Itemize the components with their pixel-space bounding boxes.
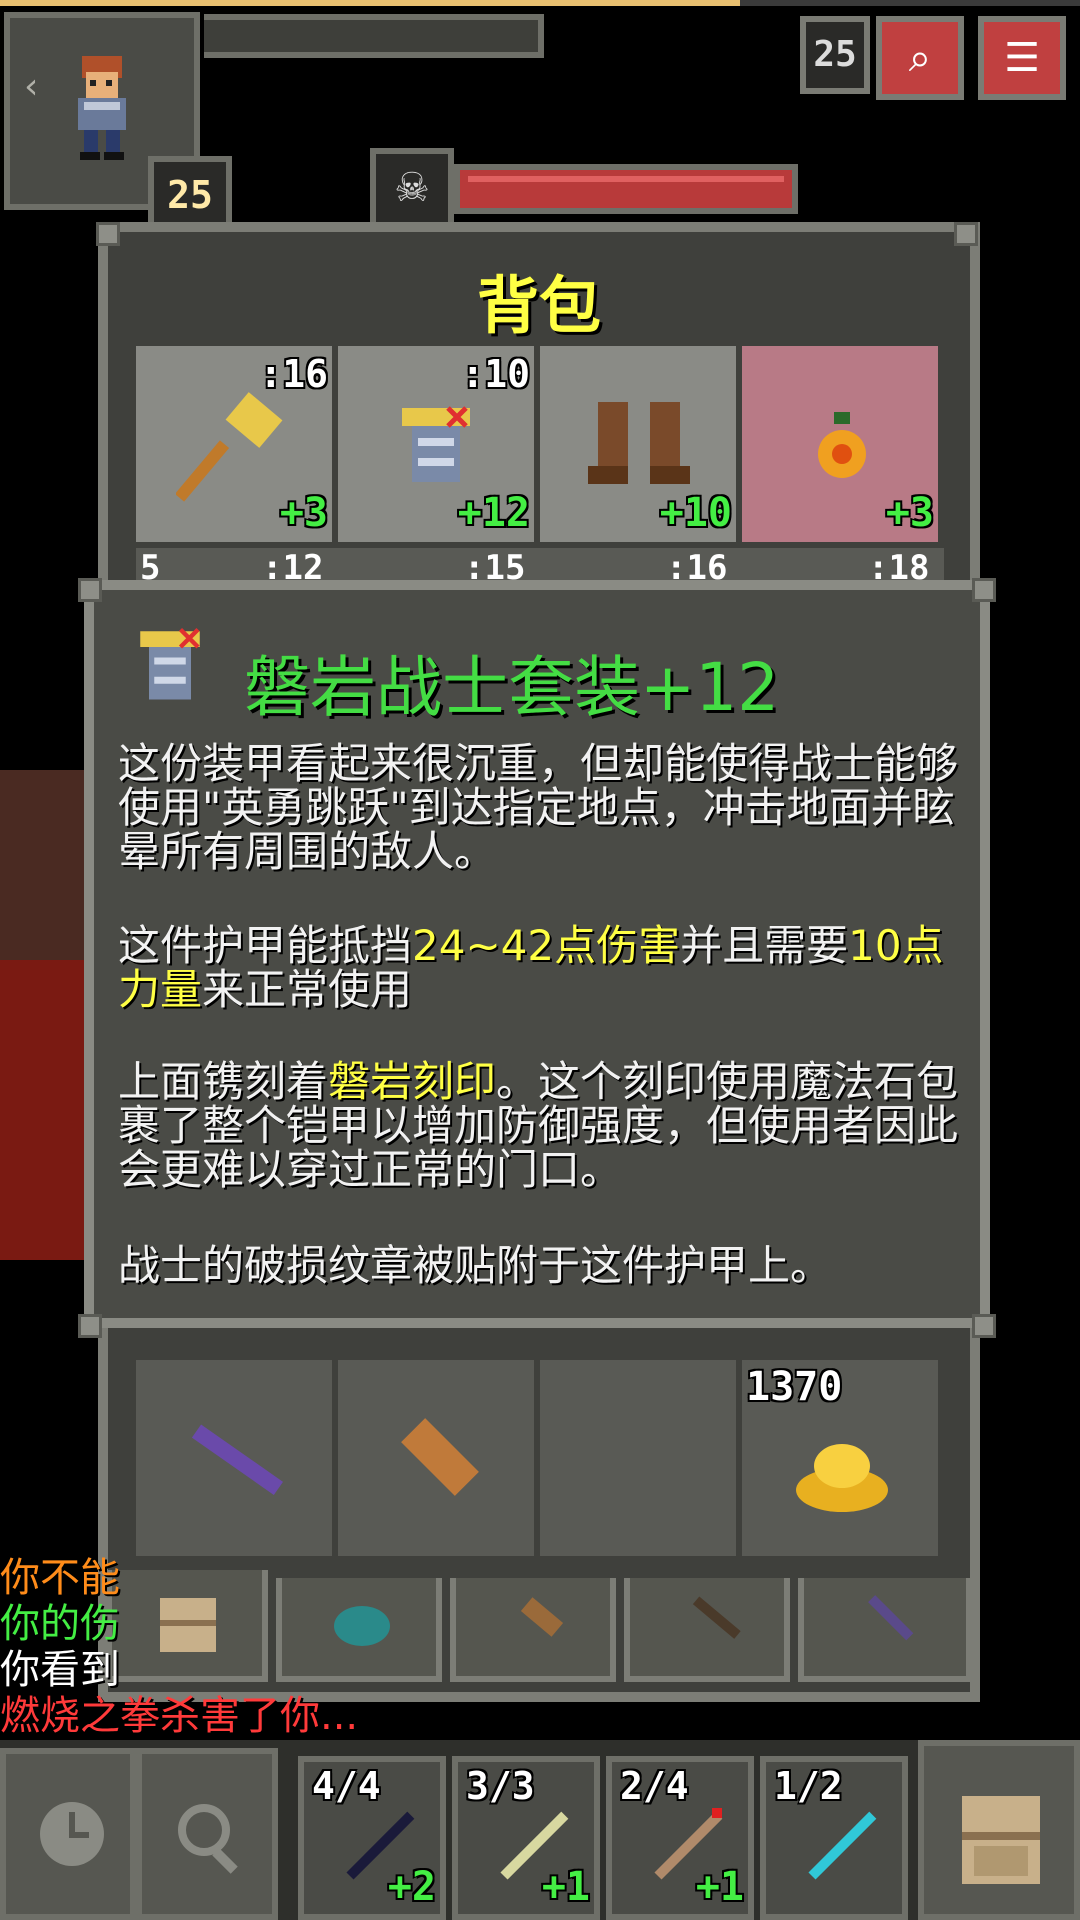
experience-bar-empty <box>740 0 1080 6</box>
frost-wand-icon <box>808 1811 877 1880</box>
scroll-holder-tab-icon <box>520 1597 564 1637</box>
quickslot[interactable]: 2/4 +1 <box>606 1756 754 1920</box>
inventory-slot[interactable] <box>338 1360 534 1556</box>
wait-button[interactable] <box>0 1748 136 1920</box>
golden-hammer-icon <box>176 392 283 502</box>
window-corner <box>78 578 102 602</box>
item-upgrade-level: +12 <box>457 490 530 536</box>
clock-icon <box>40 1802 104 1866</box>
item-upgrade-level: +2 <box>387 1864 436 1910</box>
magic-holster-tab-icon <box>868 1595 914 1641</box>
item-enchantment: 上面镌刻着磐岩刻印。这个刻印使用魔法石包裹了整个铠甲以增加防御强度，但使用者因此… <box>118 1057 959 1194</box>
log-line: 你的伤 <box>0 1601 120 1647</box>
warrior-hero-icon <box>78 56 126 160</box>
journal-button[interactable]: ⌕ <box>876 16 964 100</box>
item-quantity: :10 <box>461 352 530 396</box>
boss-health-bar <box>454 164 798 214</box>
boss-skull-icon: ☠ <box>370 148 454 228</box>
window-corner <box>954 222 978 246</box>
tab-magic-holster[interactable] <box>798 1578 972 1682</box>
tab-pouch[interactable] <box>276 1578 442 1682</box>
wand-charges: 4/4 <box>312 1764 381 1808</box>
item-upgrade-level: +10 <box>659 490 732 536</box>
back-arrow-icon: ‹ <box>24 66 39 107</box>
inventory-slot[interactable]: :16 +3 <box>136 346 332 542</box>
item-stats: 这件护甲能抵挡24~42点伤害并且需要10点力量来正常使用 <box>118 921 944 1014</box>
window-corner <box>972 578 996 602</box>
tab-wand-holster[interactable] <box>624 1578 790 1682</box>
item-upgrade-level: +1 <box>541 1864 590 1910</box>
log-line: 你看到 <box>0 1647 120 1693</box>
item-upgrade-level: +3 <box>279 490 328 536</box>
log-line: 你不能 <box>0 1555 120 1601</box>
wand-charges: 3/3 <box>466 1764 535 1808</box>
wand-charges: 1/2 <box>774 1764 843 1808</box>
armor-icon <box>140 627 200 700</box>
inventory-slot-equipped[interactable]: +3 <box>742 346 938 542</box>
inventory-slot[interactable]: :10 +12 <box>338 346 534 542</box>
item-upgrade-level: +1 <box>695 1864 744 1910</box>
magnifier-icon <box>178 1804 238 1874</box>
item-seal-note: 战士的破损纹章被贴附于这件护甲上。 <box>118 1241 833 1290</box>
gold-amount: 1370 <box>746 1364 843 1410</box>
amulet-icon <box>818 412 866 478</box>
quickslot[interactable]: 4/4 +2 <box>298 1756 446 1920</box>
inventory-slot[interactable] <box>136 1360 332 1556</box>
gold-pile-icon <box>796 1444 888 1512</box>
quickslot[interactable]: 1/2 <box>760 1756 908 1920</box>
inventory-button[interactable] <box>918 1740 1080 1920</box>
tab-backpack[interactable] <box>106 1570 268 1682</box>
log-line: 燃烧之拳杀害了你... <box>0 1693 359 1739</box>
menu-button[interactable]: ☰ <box>978 16 1066 100</box>
experience-bar <box>0 0 740 6</box>
status-strip <box>204 14 544 58</box>
backpack-title: 背包 <box>476 269 601 342</box>
quickslot[interactable]: 3/3 +1 <box>452 1756 600 1920</box>
inventory-slot[interactable]: 1370 <box>742 1360 938 1556</box>
boots-icon <box>588 402 690 484</box>
scroll-icon <box>401 1418 479 1496</box>
item-quantity: :16 <box>259 352 328 396</box>
dungeon-depth-indicator[interactable]: 25 <box>800 16 870 94</box>
inventory-slot-empty[interactable] <box>540 1360 736 1556</box>
backpack-tab-icon <box>160 1598 216 1652</box>
item-description: 这份装甲看起来很沉重，但却能使得战士能够使用"英勇跳跃"到达指定地点，冲击地面并… <box>118 739 959 876</box>
purple-wand-icon <box>191 1424 284 1495</box>
search-button[interactable] <box>136 1748 278 1920</box>
item-upgrade-level: +3 <box>885 490 934 536</box>
window-corner <box>96 222 120 246</box>
journal-icon: ⌕ <box>908 35 932 81</box>
window-corner <box>972 1314 996 1338</box>
backpack-icon <box>962 1796 1040 1884</box>
pouch-tab-icon <box>334 1606 390 1646</box>
wand-holster-tab-icon <box>692 1596 741 1639</box>
window-corner <box>78 1314 102 1338</box>
item-title: 磐岩战士套装+12 <box>244 649 780 726</box>
inventory-row-partial <box>136 548 944 580</box>
armor-icon <box>402 406 470 482</box>
tab-scroll-holder[interactable] <box>450 1578 616 1682</box>
inventory-slot[interactable]: +10 <box>540 346 736 542</box>
menu-icon: ☰ <box>1004 35 1040 81</box>
wand-charges: 2/4 <box>620 1764 689 1808</box>
